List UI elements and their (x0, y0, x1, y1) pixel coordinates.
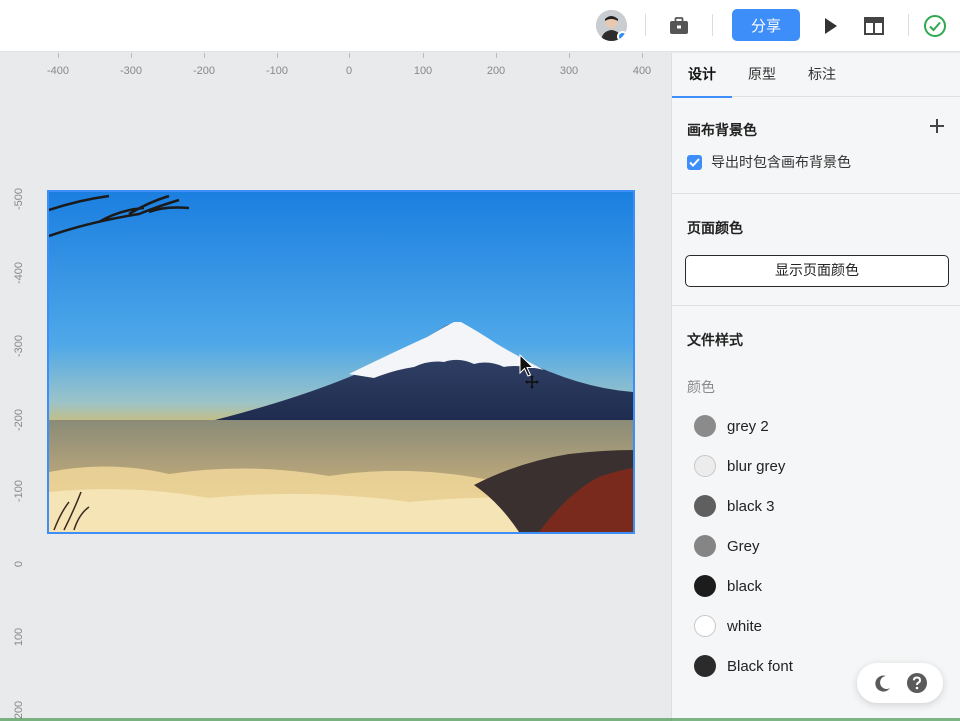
tab-design[interactable]: 设计 (672, 53, 732, 98)
ruler-label: -400 (13, 261, 25, 285)
show-page-color-button[interactable]: 显示页面颜色 (685, 255, 949, 287)
ruler-label: -300 (13, 334, 25, 358)
divider (908, 14, 909, 36)
section-title: 页面颜色 (687, 220, 743, 236)
color-style-name: grey 2 (727, 417, 769, 435)
ruler-label: 0 (13, 560, 25, 568)
properties-panel: 设计 原型 标注 画布背景色 导出时包含画布背景色 页面颜色 显示页面颜色 文件… (671, 53, 960, 721)
ruler-label: -100 (13, 479, 25, 503)
color-swatch (694, 575, 716, 597)
color-swatch (694, 615, 716, 637)
ruler-label: 200 (486, 65, 506, 77)
online-status-dot (617, 31, 627, 41)
ruler-tick (58, 53, 59, 58)
file-styles-section: 文件样式 颜色 grey 2 blur grey black 3 Grey bl… (672, 306, 960, 698)
ruler-label: 100 (13, 627, 25, 647)
move-cursor-icon (519, 353, 539, 389)
color-style-item[interactable]: blur grey (687, 446, 945, 486)
ruler-tick (277, 53, 278, 58)
ruler-tick (204, 53, 205, 58)
ruler-label: -200 (13, 408, 25, 432)
color-style-name: Grey (727, 537, 760, 555)
divider (645, 14, 646, 36)
color-style-name: black (727, 577, 763, 595)
color-swatch (694, 415, 716, 437)
color-style-name: white (727, 617, 763, 635)
color-swatch (694, 655, 716, 677)
ruler-label: -200 (192, 65, 216, 77)
color-style-item[interactable]: black (687, 566, 945, 606)
color-style-item[interactable]: Grey (687, 526, 945, 566)
tab-prototype[interactable]: 原型 (732, 53, 792, 96)
color-style-item[interactable]: white (687, 606, 945, 646)
ruler-tick (496, 53, 497, 58)
ruler-label: -400 (46, 65, 70, 77)
design-canvas[interactable]: -400 -300 -200 -100 0 100 200 300 400 -5… (0, 53, 670, 721)
ruler-tick (131, 53, 132, 58)
color-style-name: black 3 (727, 497, 775, 515)
ruler-label: -300 (119, 65, 143, 77)
user-avatar[interactable] (596, 10, 627, 41)
section-title: 画布背景色 (687, 122, 757, 138)
help-icon[interactable] (906, 672, 928, 694)
ruler-label: 0 (345, 65, 353, 77)
top-bar: 分享 (0, 0, 960, 52)
vertical-ruler[interactable]: -500 -400 -300 -200 -100 0 100 200 (0, 81, 28, 721)
horizontal-ruler[interactable]: -400 -300 -200 -100 0 100 200 300 400 (0, 53, 670, 81)
panel-tabs: 设计 原型 标注 (672, 53, 960, 98)
divider (712, 14, 713, 36)
moon-icon[interactable] (873, 673, 893, 693)
play-icon[interactable] (817, 13, 843, 39)
ruler-label: -500 (13, 187, 25, 211)
canvas-background-section: 画布背景色 导出时包含画布背景色 (672, 97, 960, 194)
ruler-label: 200 (13, 700, 25, 720)
ruler-label: 400 (632, 65, 652, 77)
layout-icon[interactable] (861, 13, 887, 39)
ruler-tick (569, 53, 570, 58)
color-style-name: blur grey (727, 457, 786, 475)
color-style-item[interactable]: grey 2 (687, 406, 945, 446)
add-icon[interactable] (930, 119, 944, 133)
color-swatch (694, 495, 716, 517)
color-swatch (694, 535, 716, 557)
check-circle-icon[interactable] (922, 13, 948, 39)
ruler-label: 100 (413, 65, 433, 77)
ruler-tick (349, 53, 350, 58)
toolbox-icon[interactable] (666, 13, 692, 39)
floating-toolbar (857, 663, 943, 703)
page-color-section: 页面颜色 显示页面颜色 (672, 194, 960, 306)
ruler-label: 300 (559, 65, 579, 77)
ruler-tick (423, 53, 424, 58)
color-style-name: Black font (727, 657, 793, 675)
tab-annotation[interactable]: 标注 (792, 53, 852, 96)
share-button[interactable]: 分享 (732, 9, 800, 41)
export-bg-checkbox[interactable] (687, 154, 702, 170)
checkbox-label: 导出时包含画布背景色 (711, 154, 851, 170)
ruler-label: -100 (265, 65, 289, 77)
colors-subtitle: 颜色 (687, 379, 715, 395)
export-bg-option: 导出时包含画布背景色 (687, 152, 945, 172)
section-title: 文件样式 (687, 332, 743, 348)
ruler-tick (642, 53, 643, 58)
color-style-item[interactable]: black 3 (687, 486, 945, 526)
color-swatch (694, 455, 716, 477)
